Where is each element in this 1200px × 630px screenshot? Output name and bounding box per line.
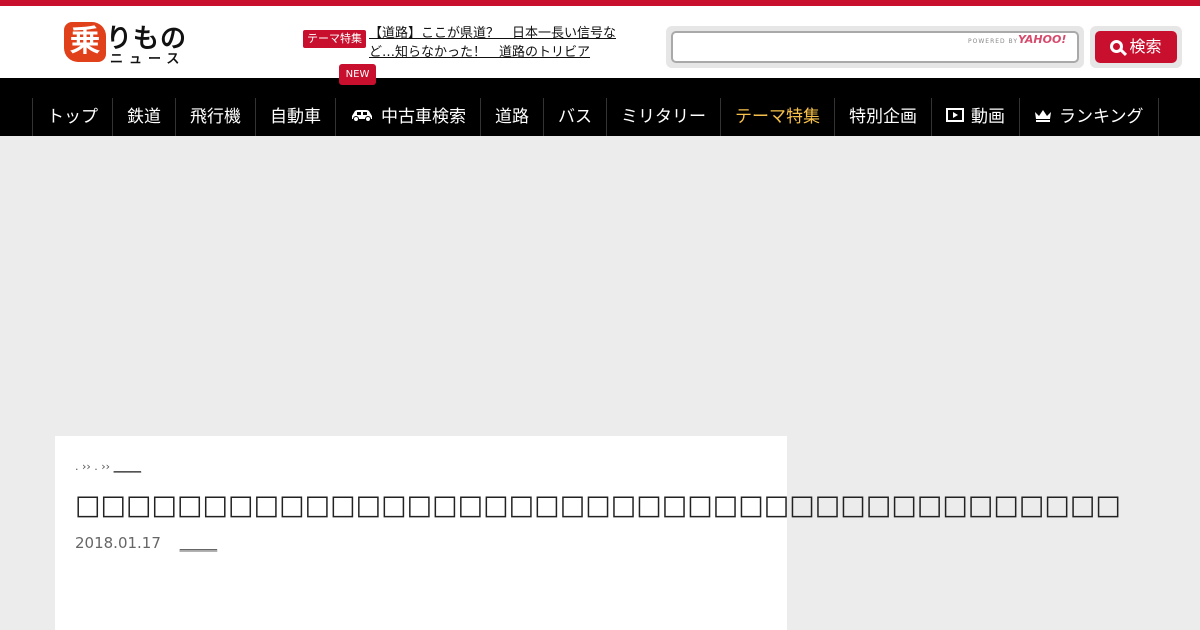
search-button[interactable]: 検索 xyxy=(1095,31,1177,63)
nav-item-ranking[interactable]: ランキング xyxy=(1019,98,1159,136)
nav-item-label: 自動車 xyxy=(270,107,321,127)
nav-item-military[interactable]: ミリタリー xyxy=(606,98,720,136)
site-header: 乗 りもの ニュース テーマ特集 【道路】ここが県道？ 日本一長い信号など…知ら… xyxy=(0,6,1200,78)
breadcrumb-path[interactable]: . ›› . ›› xyxy=(75,460,110,473)
video-icon xyxy=(946,108,964,122)
nav-item-bus[interactable]: バス xyxy=(543,98,606,136)
search-button-wrap: 検索 xyxy=(1090,26,1182,68)
featured-article: テーマ特集 【道路】ここが県道？ 日本一長い信号など…知らなかった！ 道路のトリ… xyxy=(303,24,633,68)
article-meta: 2018.01.17 _____ xyxy=(75,534,217,552)
nav-item-railway[interactable]: 鉄道 xyxy=(112,98,175,136)
nav-item-road[interactable]: 道路 xyxy=(480,98,543,136)
nav-item-label: ミリタリー xyxy=(621,107,706,127)
search-icon xyxy=(1110,40,1124,53)
nav-item-car[interactable]: 自動車 xyxy=(255,98,335,136)
nav-item-label: 動画 xyxy=(971,107,1005,127)
nav-item-top[interactable]: トップ xyxy=(32,98,112,136)
crown-icon xyxy=(1035,109,1051,122)
breadcrumb: . ›› . ›› _____ xyxy=(75,460,141,473)
search-button-label: 検索 xyxy=(1129,37,1162,56)
logo-subtext: ニュース xyxy=(110,52,186,67)
article-card: . ›› . ›› _____ □□□□□□□□□□□□□□□□□□□□□□□□… xyxy=(55,436,1121,630)
search-box: POWERED BY YAHOO! xyxy=(666,26,1084,68)
feature-link[interactable]: 【道路】ここが県道？ 日本一長い信号など…知らなかった！ 道路のトリビア xyxy=(369,24,629,62)
feature-tag: テーマ特集 xyxy=(303,30,366,48)
article-date: 2018.01.17 xyxy=(75,534,161,552)
new-badge: NEW xyxy=(339,64,376,85)
article-author[interactable]: _____ xyxy=(180,534,218,552)
nav-item-airplane[interactable]: 飛行機 xyxy=(175,98,255,136)
nav-item-label: テーマ特集 xyxy=(735,107,820,127)
nav-item-label: 鉄道 xyxy=(127,107,161,127)
breadcrumb-category[interactable]: _____ xyxy=(114,460,142,473)
nav-item-label: バス xyxy=(558,107,592,127)
site-logo[interactable]: 乗 りもの ニュース xyxy=(62,18,192,68)
nav-item-used-car-search[interactable]: 中古車検索 xyxy=(335,98,480,136)
nav-item-label: 特別企画 xyxy=(849,107,917,127)
article-title: □□□□□□□□□□□□□□□□□□□□□□□□□□□□□□□□□□□□□□□□… xyxy=(75,490,1121,521)
main-nav: トップ 鉄道 飛行機 自動車 中古車検索 道路 バス ミリタリー テーマ特集 特… xyxy=(0,78,1200,136)
nav-item-label: ランキング xyxy=(1059,107,1144,127)
nav-item-special[interactable]: 特別企画 xyxy=(834,98,931,136)
nav-item-label: 飛行機 xyxy=(190,107,241,127)
nav-item-video[interactable]: 動画 xyxy=(931,98,1019,136)
search-powered-by: POWERED BY xyxy=(968,38,1019,45)
car-icon xyxy=(352,110,372,122)
nav-item-label: 中古車検索 xyxy=(381,107,466,127)
nav-item-label: トップ xyxy=(47,107,98,127)
nav-item-label: 道路 xyxy=(495,107,529,127)
search-provider-logo: YAHOO! xyxy=(1018,33,1067,46)
nav-item-theme-feature[interactable]: テーマ特集 xyxy=(720,98,834,136)
logo-mark: 乗 xyxy=(64,22,106,62)
